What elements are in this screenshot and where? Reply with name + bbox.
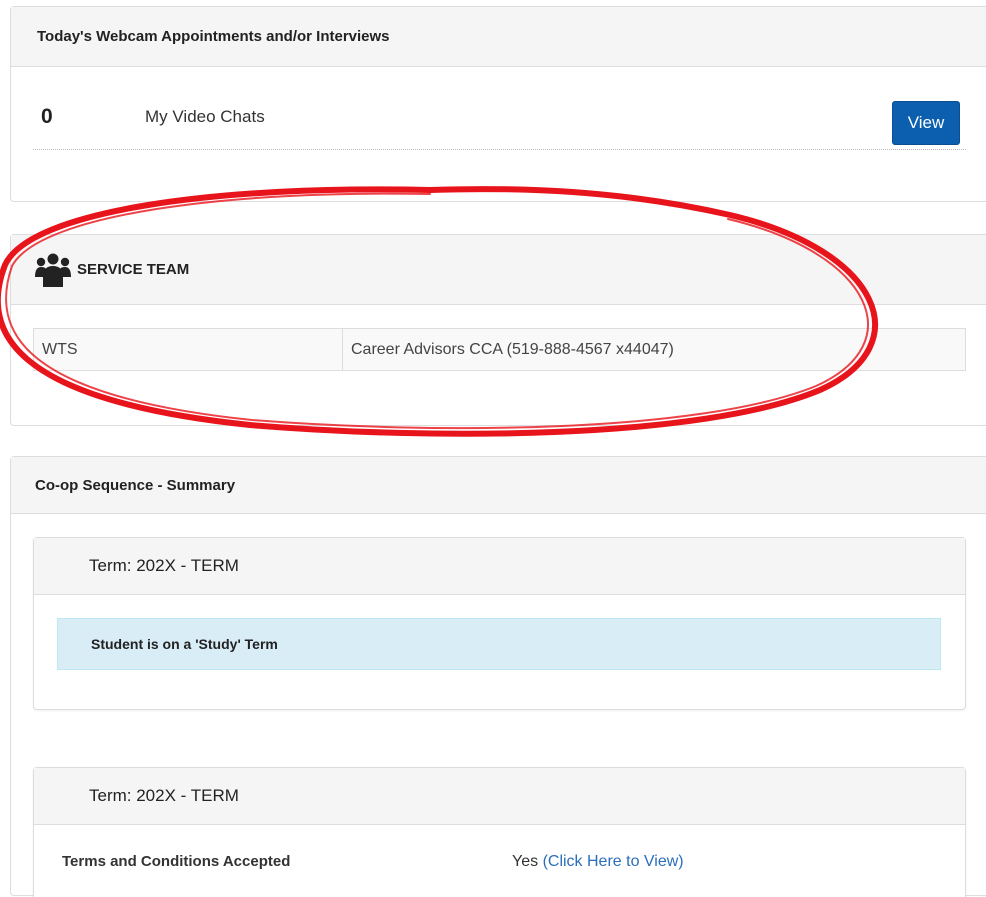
webcam-appointments-panel: Today's Webcam Appointments and/or Inter… <box>10 6 986 202</box>
view-video-chats-button[interactable]: View <box>892 101 960 145</box>
table-row: WTS Career Advisors CCA (519-888-4567 x4… <box>33 328 966 371</box>
term-panel-1: Term: 202X - TERM Student is on a 'Study… <box>33 537 966 710</box>
service-team-panel: SERVICE TEAM WTS Career Advisors CCA (51… <box>10 234 986 426</box>
view-terms-link[interactable]: (Click Here to View) <box>543 853 684 870</box>
team-code-cell: WTS <box>33 328 343 371</box>
team-contact-cell: Career Advisors CCA (519-888-4567 x44047… <box>342 328 966 371</box>
term-heading-2: Term: 202X - TERM <box>34 768 965 825</box>
terms-accepted-label: Terms and Conditions Accepted <box>62 853 291 870</box>
term-heading-1: Term: 202X - TERM <box>34 538 965 595</box>
term-panel-2: Term: 202X - TERM Terms and Conditions A… <box>33 767 966 897</box>
service-team-table: WTS Career Advisors CCA (519-888-4567 x4… <box>33 328 966 371</box>
video-chats-label: My Video Chats <box>145 107 265 126</box>
video-chats-row: 0 My Video Chats View <box>33 67 966 150</box>
terms-accepted-status: Yes <box>512 853 539 870</box>
service-team-heading: SERVICE TEAM <box>11 235 986 305</box>
webcam-panel-title: Today's Webcam Appointments and/or Inter… <box>11 7 986 67</box>
terms-accepted-value: Yes (Click Here to View) <box>512 853 684 871</box>
video-chats-count: 0 <box>41 105 53 128</box>
study-term-alert: Student is on a 'Study' Term <box>57 618 941 670</box>
service-team-title: SERVICE TEAM <box>77 261 190 278</box>
users-icon <box>35 253 71 287</box>
coop-sequence-panel: Co-op Sequence - Summary Term: 202X - TE… <box>10 456 986 897</box>
coop-panel-title: Co-op Sequence - Summary <box>11 457 986 514</box>
